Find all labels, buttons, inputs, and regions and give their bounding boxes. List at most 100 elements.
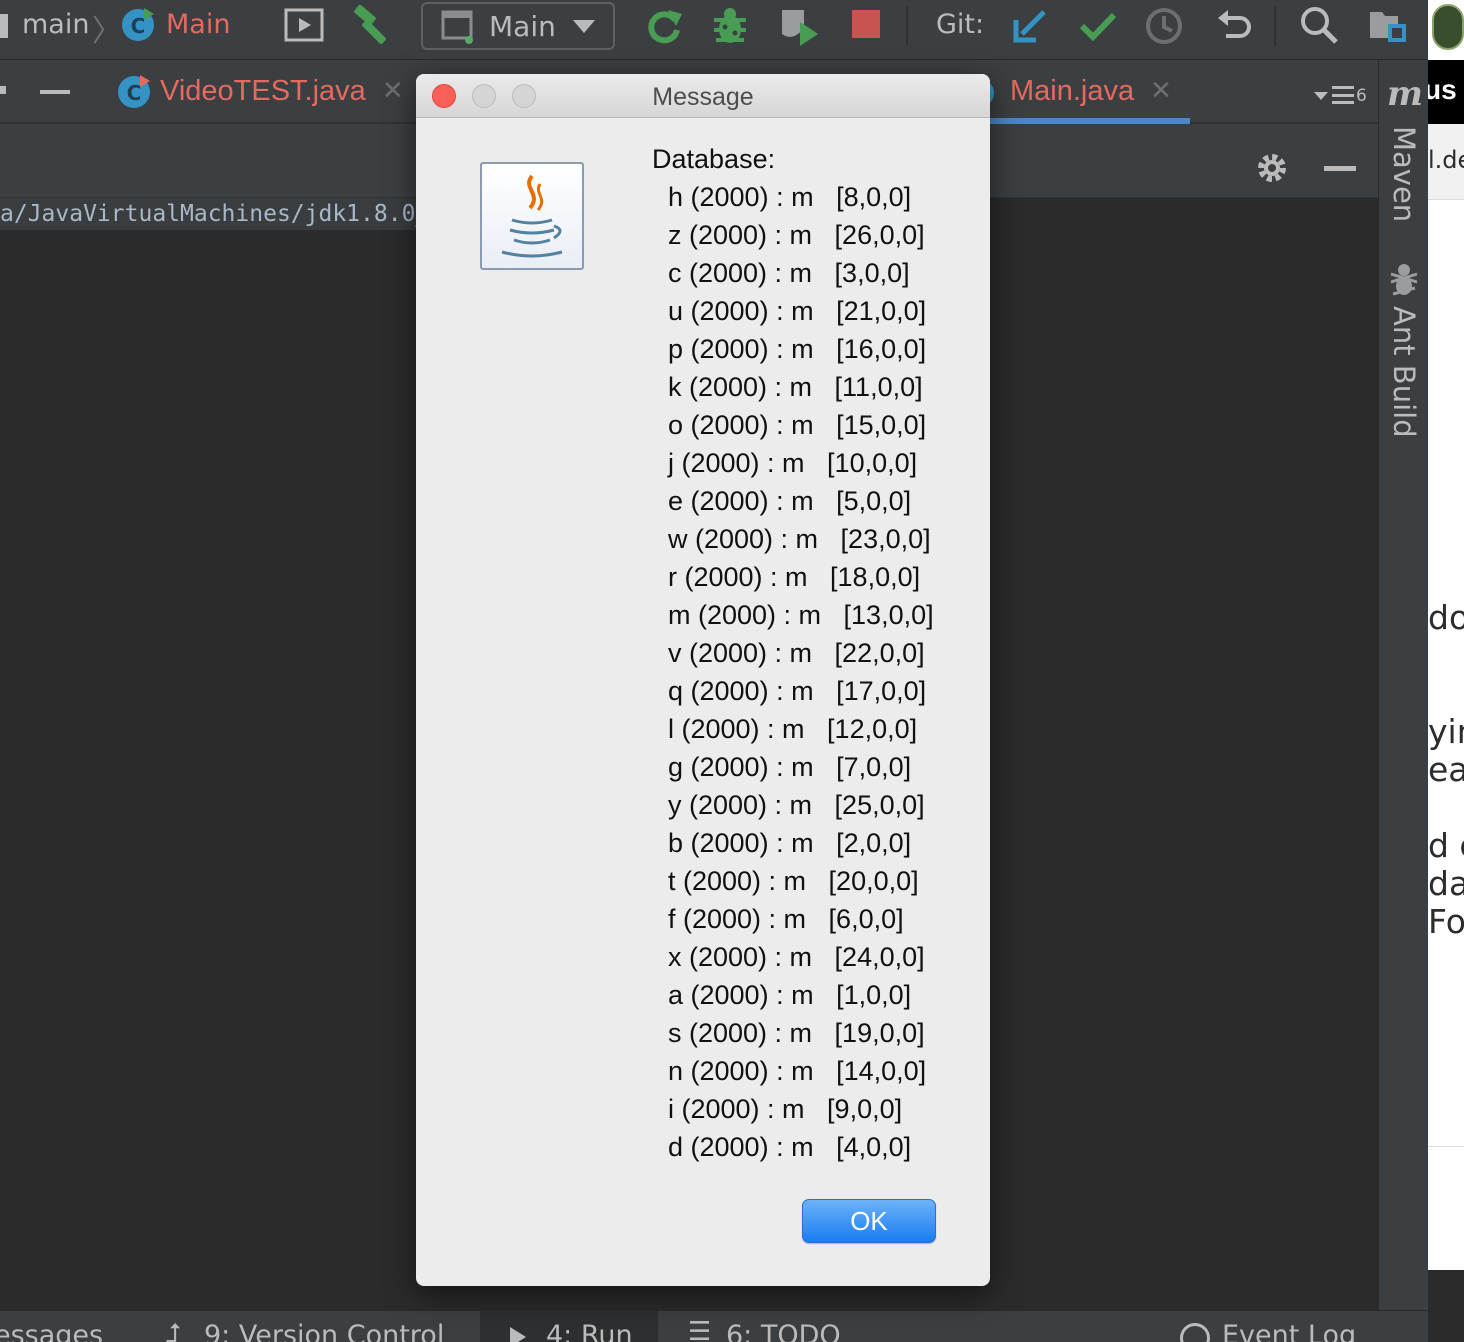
run-play-icon (510, 1327, 526, 1342)
tab-list-icon[interactable] (1332, 86, 1354, 104)
version-control-icon: ⮥ (166, 1319, 182, 1342)
ant-build-tool-button[interactable]: Ant Build (1387, 306, 1421, 438)
search-icon[interactable] (1298, 4, 1340, 46)
database-entry: s (2000) : m [19,0,0] (668, 1018, 925, 1048)
background-title-fragment: us (1428, 74, 1457, 105)
project-structure-icon[interactable] (1368, 8, 1408, 44)
database-entry: f (2000) : m [6,0,0] (668, 904, 904, 934)
svg-text:C: C (127, 81, 142, 105)
background-text-fragment: dar (1428, 864, 1464, 903)
database-entry: a (2000) : m [1,0,0] (668, 980, 912, 1010)
background-text-fragment: l.de (1428, 146, 1464, 174)
breadcrumb-separator-icon: 〉 (92, 14, 122, 49)
hide-panel-icon[interactable] (1324, 166, 1356, 171)
database-entry: n (2000) : m [14,0,0] (668, 1056, 927, 1086)
right-tool-strip: m Maven Ant Build (1378, 60, 1428, 1342)
tab-label: Main.java (1010, 74, 1135, 107)
toolbar-separator (1274, 6, 1276, 46)
todo-list-icon: ☰ (688, 1317, 712, 1342)
gear-icon[interactable] (1254, 150, 1290, 186)
database-entry: v (2000) : m [22,0,0] (668, 638, 925, 668)
class-icon: C (120, 6, 156, 42)
message-dialog: Message Database: h (2000) : m [8,0,0] z … (416, 74, 990, 1286)
console-output-line: a/JavaVirtualMachines/jdk1.8.0_ (0, 198, 420, 230)
background-window-header: us (1428, 60, 1464, 124)
background-text-fragment: d c (1428, 826, 1464, 865)
avatar[interactable] (1432, 4, 1464, 50)
module-icon (0, 14, 8, 38)
background-text-fragment: eas (1428, 750, 1464, 789)
database-entry: h (2000) : m [8,0,0] (668, 182, 912, 212)
tab-videotest[interactable]: C VideoTEST.java ✕ (96, 60, 414, 122)
database-entry: l (2000) : m [12,0,0] (668, 714, 918, 744)
database-entry: p (2000) : m [16,0,0] (668, 334, 927, 364)
database-entry: q (2000) : m [17,0,0] (668, 676, 927, 706)
database-entry: o (2000) : m [15,0,0] (668, 410, 927, 440)
ok-button[interactable]: OK (802, 1199, 936, 1243)
database-entry: i (2000) : m [9,0,0] (668, 1094, 903, 1124)
tool-tab-run[interactable]: 4: Run (546, 1319, 633, 1342)
bottom-tool-bar: essages ⮥ 9: Version Control 4: Run ☰ 6:… (0, 1310, 1428, 1342)
database-entry-list: h (2000) : m [8,0,0] z (2000) : m [26,0,0… (652, 178, 934, 1166)
database-entry: b (2000) : m [2,0,0] (668, 828, 912, 858)
database-entry: g (2000) : m [7,0,0] (668, 752, 912, 782)
java-coffee-icon (480, 162, 584, 270)
maven-tool-button[interactable]: Maven (1387, 126, 1421, 222)
git-commit-check-icon[interactable] (1078, 6, 1118, 46)
run-config-label: Main (489, 10, 556, 43)
ant-icon (1389, 262, 1419, 296)
background-window: us l.de do ying eas d c dar Fo (1428, 0, 1464, 1270)
breadcrumb-module[interactable]: main (22, 8, 89, 42)
tab-label: VideoTEST.java (160, 74, 366, 107)
dialog-title: Message (652, 83, 754, 111)
run-config-icon (441, 10, 475, 44)
git-label: Git: (936, 9, 985, 40)
stop-icon[interactable] (852, 10, 880, 38)
database-entry: r (2000) : m [18,0,0] (668, 562, 921, 592)
close-icon[interactable]: ✕ (1150, 76, 1172, 106)
run-config-selector[interactable]: Main (421, 2, 615, 50)
database-entry: e (2000) : m [5,0,0] (668, 486, 912, 516)
message-body: Database: h (2000) : m [8,0,0] z (2000) :… (652, 140, 934, 1166)
git-rollback-icon[interactable] (1214, 6, 1254, 46)
background-text-fragment: do (1428, 598, 1464, 637)
database-entry: z (2000) : m [26,0,0] (668, 220, 925, 250)
run-window-icon[interactable] (284, 8, 324, 42)
tab-scroll-icon[interactable] (0, 86, 6, 94)
database-entry: u (2000) : m [21,0,0] (668, 296, 927, 326)
database-entry: k (2000) : m [11,0,0] (668, 372, 923, 402)
tool-tab-messages[interactable]: essages (0, 1319, 103, 1342)
database-entry: c (2000) : m [3,0,0] (668, 258, 910, 288)
tab-overflow-count: 6 (1356, 86, 1367, 106)
toolbar-separator (906, 6, 908, 46)
breadcrumb-class[interactable]: Main (166, 8, 230, 42)
close-icon[interactable]: ✕ (382, 76, 404, 106)
dialog-titlebar[interactable]: Message (416, 74, 990, 118)
class-icon: C (118, 75, 150, 108)
event-log-icon (1180, 1323, 1210, 1342)
minimize-icon[interactable] (40, 90, 70, 94)
main-toolbar: main 〉 C Main Main Git: (0, 0, 1464, 60)
run-with-coverage-icon[interactable] (778, 6, 820, 48)
database-entry: w (2000) : m [23,0,0] (668, 524, 931, 554)
database-entry: y (2000) : m [25,0,0] (668, 790, 925, 820)
git-history-clock-icon[interactable] (1144, 6, 1184, 46)
database-entry: j (2000) : m [10,0,0] (668, 448, 918, 478)
background-text-fragment: ying (1428, 712, 1464, 751)
build-hammer-icon[interactable] (350, 4, 392, 46)
tab-list-chevron-icon[interactable] (1314, 92, 1328, 100)
git-update-icon[interactable] (1010, 6, 1050, 46)
tool-tab-version-control[interactable]: 9: Version Control (204, 1319, 444, 1342)
tool-tab-todo[interactable]: 6: TODO (726, 1319, 841, 1342)
message-header: Database: (652, 144, 776, 174)
tab-main[interactable]: Main.java ✕ (980, 60, 1190, 122)
maven-m-icon: m (1387, 74, 1423, 114)
tool-tab-event-log[interactable]: Event Log (1222, 1319, 1356, 1342)
rerun-icon[interactable] (644, 6, 684, 46)
database-entry: d (2000) : m [4,0,0] (668, 1132, 912, 1162)
chevron-down-icon (573, 20, 595, 33)
database-entry: x (2000) : m [24,0,0] (668, 942, 925, 972)
background-text-fragment: Fo (1428, 902, 1464, 941)
database-entry: t (2000) : m [20,0,0] (668, 866, 919, 896)
debug-bug-icon[interactable] (710, 6, 750, 46)
